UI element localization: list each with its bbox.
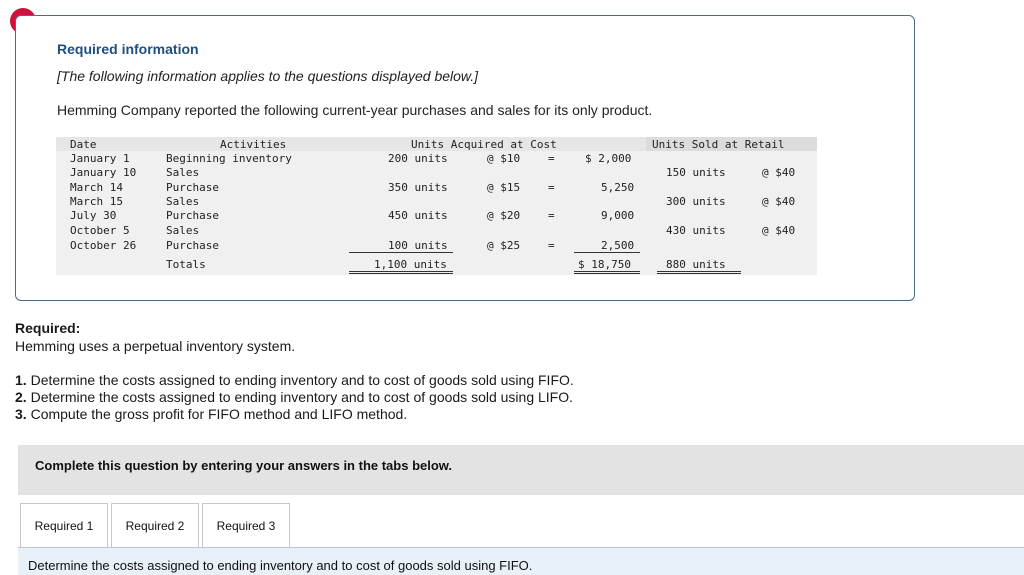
row-acquired-total: 9,000 [601, 209, 635, 222]
header-date: Date [70, 138, 97, 151]
step-item: 3. Compute the gross profit for FIFO met… [15, 406, 408, 422]
row-activity: Sales [166, 166, 200, 179]
row-activity: Sales [166, 224, 200, 237]
tab-required-1[interactable]: Required 1 [20, 503, 108, 547]
step-item: 2. Determine the costs assigned to endin… [15, 389, 574, 405]
row-sold-price: @ $40 [762, 195, 796, 208]
double-rule-units-2 [349, 273, 453, 274]
row-acquired-cost: @ $15 [487, 181, 521, 194]
row-equals: = [548, 152, 555, 165]
header-units-sold: Units Sold at Retail [652, 138, 785, 151]
tab-required-3[interactable]: Required 3 [202, 503, 290, 547]
row-acquired-total: $ 2,000 [585, 152, 632, 165]
double-rule-cost-2 [574, 273, 640, 274]
info-note: [The following information applies to th… [57, 68, 479, 84]
totals-label: Totals [166, 258, 206, 271]
double-rule-sold-1 [657, 271, 741, 272]
row-acquired-cost: @ $25 [487, 239, 521, 252]
double-rule-units-1 [349, 271, 453, 272]
info-intro: Hemming Company reported the following c… [57, 102, 653, 118]
row-acquired-cost: @ $10 [487, 152, 521, 165]
row-date: January 1 [70, 152, 130, 165]
row-date: March 14 [70, 181, 123, 194]
row-acquired-units: 450 units [388, 209, 448, 222]
row-date: October 26 [70, 239, 137, 252]
totals-acquired-units: 1,100 units [374, 258, 447, 271]
header-units-acquired: Units Acquired at Cost [411, 138, 557, 151]
row-date: October 5 [70, 224, 130, 237]
row-sold-price: @ $40 [762, 224, 796, 237]
required-steps: 1. Determine the costs assigned to endin… [15, 372, 574, 423]
row-sold-price: @ $40 [762, 166, 796, 179]
row-sold-units: 430 units [666, 224, 726, 237]
row-activity: Purchase [166, 209, 219, 222]
tab-required-2[interactable]: Required 2 [111, 503, 199, 547]
row-activity: Sales [166, 195, 200, 208]
complete-instructions: Complete this question by entering your … [35, 458, 453, 473]
required-text: Hemming uses a perpetual inventory syste… [15, 338, 296, 354]
header-activities: Activities [220, 138, 287, 151]
complete-instructions-band: Complete this question by entering your … [18, 445, 1024, 495]
row-date: March 15 [70, 195, 123, 208]
row-activity: Purchase [166, 239, 219, 252]
row-acquired-total: 2,500 [601, 239, 635, 252]
tab-panel: Determine the costs assigned to ending i… [18, 547, 1024, 575]
tab-panel-instructions: Determine the costs assigned to ending i… [28, 558, 533, 573]
underline-cost [574, 252, 640, 253]
row-date: July 30 [70, 209, 117, 222]
info-title: Required information [57, 41, 199, 57]
row-acquired-units: 350 units [388, 181, 448, 194]
underline-units [349, 252, 453, 253]
row-sold-units: 300 units [666, 195, 726, 208]
row-date: January 10 [70, 166, 137, 179]
row-acquired-units: 100 units [388, 239, 448, 252]
required-information-panel: Required information [The following info… [15, 15, 915, 301]
double-rule-cost-1 [574, 271, 640, 272]
row-acquired-cost: @ $20 [487, 209, 521, 222]
double-rule-sold-2 [657, 273, 741, 274]
row-equals: = [548, 181, 555, 194]
row-acquired-units: 200 units [388, 152, 448, 165]
step-item: 1. Determine the costs assigned to endin… [15, 372, 574, 388]
row-activity: Purchase [166, 181, 219, 194]
required-heading: Required: [15, 320, 81, 336]
inventory-table: Date Activities Units Acquired at Cost U… [56, 137, 817, 275]
row-equals: = [548, 239, 555, 252]
row-activity: Beginning inventory [166, 152, 292, 165]
row-sold-units: 150 units [666, 166, 726, 179]
totals-sold-units: 880 units [666, 258, 726, 271]
totals-acquired-cost: $ 18,750 [578, 258, 631, 271]
row-acquired-total: 5,250 [601, 181, 635, 194]
row-equals: = [548, 209, 555, 222]
